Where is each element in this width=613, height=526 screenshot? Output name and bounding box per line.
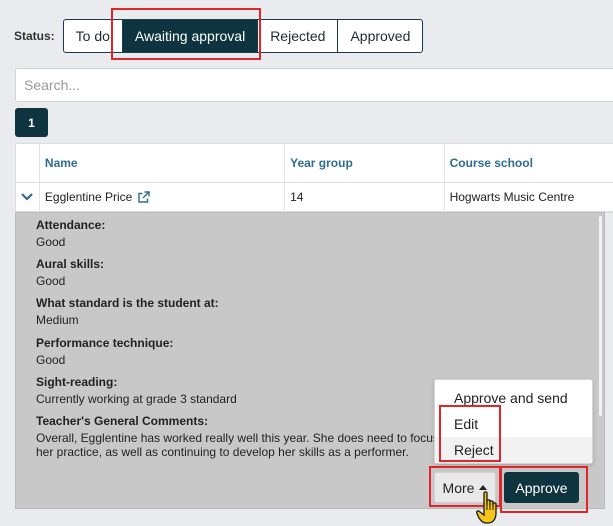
students-table: Name Year group Course school Egglentine… [15, 143, 613, 213]
field-performance-technique: Performance technique: Good [36, 336, 173, 367]
field-value: Overall, Egglentine has worked really we… [36, 431, 456, 459]
more-dropdown-menu: Approve and send Edit Reject [434, 379, 593, 464]
student-name-link[interactable]: Egglentine Price [45, 190, 132, 204]
tab-rejected[interactable]: Rejected [257, 19, 339, 53]
field-label: Aural skills: [36, 257, 105, 271]
chevron-down-icon [21, 193, 34, 201]
tab-approved[interactable]: Approved [337, 19, 424, 53]
expand-toggle[interactable] [16, 183, 40, 211]
field-value: Good [36, 274, 66, 288]
cell-year-group: 14 [285, 183, 445, 211]
field-aural-skills: Aural skills: Good [36, 257, 104, 288]
field-value: Currently working at grade 3 standard [36, 392, 237, 406]
expand-column-header [16, 144, 40, 182]
field-teacher-comments: Teacher's General Comments: Overall, Egg… [36, 414, 461, 465]
menu-item-reject[interactable]: Reject [435, 437, 592, 463]
column-header-name[interactable]: Name [40, 144, 286, 182]
page-button-1[interactable]: 1 [15, 108, 48, 137]
column-header-year-group[interactable]: Year group [285, 144, 445, 182]
menu-item-edit[interactable]: Edit [435, 411, 592, 437]
cell-course-school: Hogwarts Music Centre [449, 190, 575, 204]
table-header: Name Year group Course school [16, 144, 613, 183]
field-value: Good [36, 353, 66, 367]
field-label: Performance technique: [36, 336, 174, 350]
tab-to-do[interactable]: To do [62, 19, 123, 53]
field-label: Sight-reading: [36, 375, 118, 389]
more-button-label: More [442, 479, 475, 496]
hand-cursor-icon [476, 491, 497, 524]
field-value: Good [36, 235, 66, 249]
field-sight-reading: Sight-reading: Currently working at grad… [36, 375, 237, 406]
status-label: Status: [14, 29, 55, 43]
menu-item-approve-and-send[interactable]: Approve and send [435, 385, 592, 411]
field-label: Attendance: [36, 218, 106, 232]
field-attendance: Attendance: Good [36, 218, 105, 249]
detail-scrollbar[interactable] [599, 216, 602, 416]
field-label: What standard is the student at: [36, 296, 219, 310]
field-standard: What standard is the student at: Medium [36, 296, 219, 327]
search-input[interactable]: Search... [15, 68, 613, 102]
field-value: Medium [36, 313, 79, 327]
tab-awaiting-approval[interactable]: Awaiting approval [121, 19, 259, 53]
status-filter: Status: To do Awaiting approval Rejected… [14, 19, 424, 53]
external-link-icon[interactable] [137, 190, 151, 204]
cell-name: Egglentine Price [40, 183, 286, 211]
field-label: Teacher's General Comments: [36, 414, 209, 428]
table-row: Egglentine Price 14 Hogwarts Music Centr… [16, 183, 613, 212]
approve-button[interactable]: Approve [504, 472, 579, 503]
column-header-course-school[interactable]: Course school [445, 144, 613, 182]
status-tabs: To do Awaiting approval Rejected Approve… [62, 19, 424, 53]
caret-up-icon [479, 484, 488, 490]
